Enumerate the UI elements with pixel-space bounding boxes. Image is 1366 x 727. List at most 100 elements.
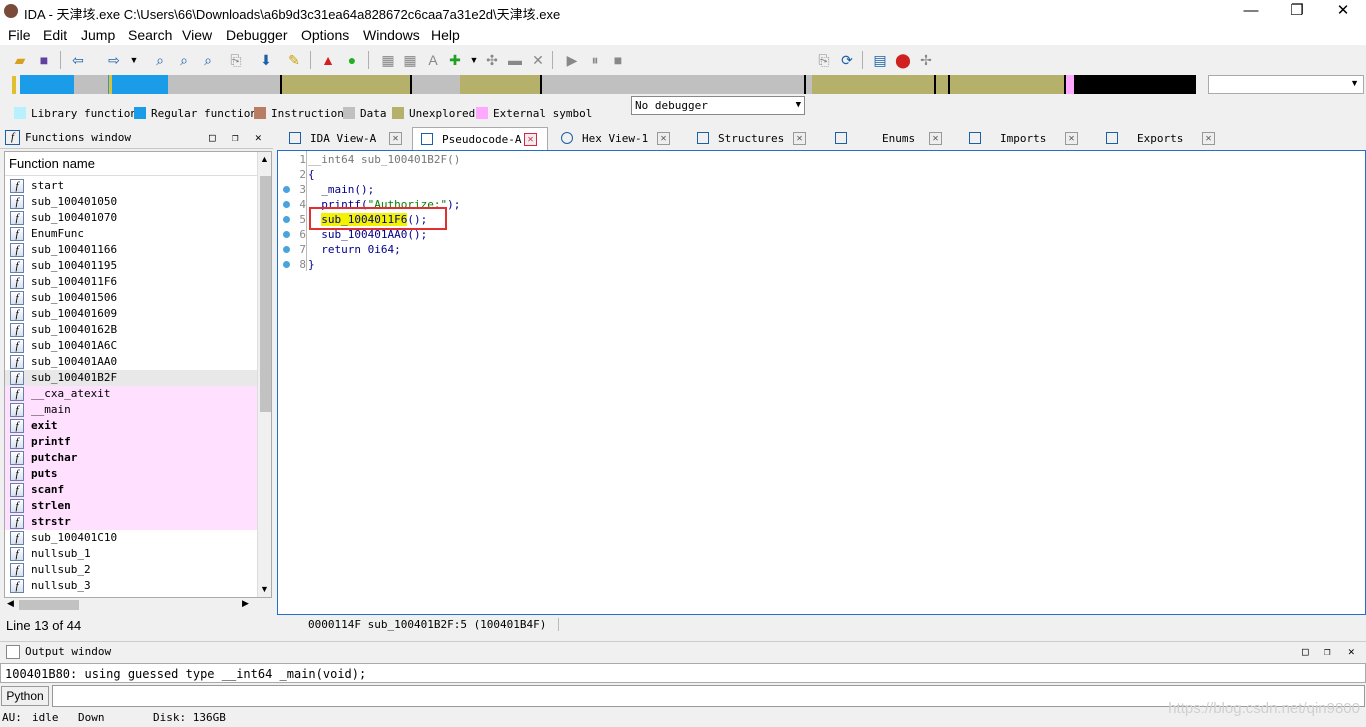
function-list-item[interactable]: f __cxa_atexit — [5, 386, 257, 402]
forward-arrow-icon[interactable]: ⇨ — [104, 50, 124, 70]
function-list-item[interactable]: f nullsub_1 — [5, 546, 257, 562]
vertical-scrollbar[interactable]: ▲ ▼ — [257, 152, 271, 597]
add-icon[interactable]: ✚ — [445, 50, 465, 70]
stop-icon[interactable]: ■ — [608, 50, 628, 70]
menu-windows[interactable]: Windows — [363, 27, 420, 43]
close-button[interactable]: ✕ — [1320, 0, 1366, 24]
delete-icon[interactable]: ✕ — [528, 50, 548, 70]
tab-pseudocode-a[interactable]: Pseudocode-A ✕ — [412, 127, 548, 150]
tab-close-icon[interactable]: ✕ — [524, 133, 537, 146]
save-icon[interactable]: ■ — [34, 50, 54, 70]
function-list-item[interactable]: f sub_100401050 — [5, 194, 257, 210]
function-list-item[interactable]: f sub_100401C10 — [5, 530, 257, 546]
function-list-item[interactable]: f sub_100401195 — [5, 258, 257, 274]
tab-close-icon[interactable]: ✕ — [1202, 132, 1215, 145]
menu-edit[interactable]: Edit — [43, 27, 67, 43]
chevron-down-icon[interactable]: ▼ — [124, 50, 144, 70]
window-float-icon[interactable]: ❐ — [1324, 642, 1331, 662]
function-list-item[interactable]: f sub_100401506 — [5, 290, 257, 306]
search-binary-icon[interactable]: ⌕ — [150, 50, 170, 70]
tab-ida-view-a[interactable]: IDA View-A ✕ — [281, 127, 411, 150]
pseudocode-line[interactable]: 8} — [278, 257, 1358, 272]
refresh-icon[interactable]: ⟳ — [837, 50, 857, 70]
trace-icon[interactable]: ✢ — [916, 50, 936, 70]
back-arrow-icon[interactable]: ⇦ — [68, 50, 88, 70]
scroll-right-icon[interactable]: ▶ — [242, 598, 249, 609]
function-list-item[interactable]: f nullsub_2 — [5, 562, 257, 578]
maximize-button[interactable]: ❐ — [1274, 0, 1320, 24]
breakpoint-dot-icon[interactable] — [283, 201, 290, 208]
tools-icon[interactable]: ✎ — [284, 50, 304, 70]
function-list-item[interactable]: f sub_100401609 — [5, 306, 257, 322]
pseudocode-line[interactable]: 1 __int64 sub_100401B2F() — [278, 152, 1358, 167]
tab-close-icon[interactable]: ✕ — [793, 132, 806, 145]
minimize-button[interactable]: — — [1228, 0, 1274, 24]
nav-band-select[interactable]: ▼ — [1208, 75, 1364, 94]
menu-view[interactable]: View — [182, 27, 212, 43]
breakpoint-icon[interactable]: ⬤ — [893, 50, 913, 70]
chevron-down-icon[interactable]: ▼ — [464, 50, 484, 70]
menu-search[interactable]: Search — [128, 27, 172, 43]
search-text-icon[interactable]: ⌕ — [174, 50, 194, 70]
function-list-item[interactable]: f puts — [5, 466, 257, 482]
code-icon[interactable]: ▦ — [378, 50, 398, 70]
tab-structures[interactable]: Structures ✕ — [689, 127, 819, 150]
menu-file[interactable]: File — [8, 27, 31, 43]
jump-down-icon[interactable]: ⬇ — [256, 50, 276, 70]
function-list-item[interactable]: f sub_100401B2F — [5, 370, 257, 386]
pseudocode-line[interactable]: 7 return 0i64; — [278, 242, 1358, 257]
function-list-item[interactable]: f exit — [5, 418, 257, 434]
play-icon[interactable]: ▶ — [562, 50, 582, 70]
function-list-item[interactable]: f sub_100401166 — [5, 242, 257, 258]
function-list-item[interactable]: f start — [5, 178, 257, 194]
breakpoint-dot-icon[interactable] — [283, 261, 290, 268]
function-list-item[interactable]: f sub_1004011F6 — [5, 274, 257, 290]
function-list-item[interactable]: f EnumFunc — [5, 226, 257, 242]
menu-options[interactable]: Options — [301, 27, 349, 43]
tab-close-icon[interactable]: ✕ — [657, 132, 670, 145]
tab-hex-view-1[interactable]: Hex View-1 ✕ — [553, 127, 679, 150]
menu-jump[interactable]: Jump — [81, 27, 115, 43]
function-list-item[interactable]: f strstr — [5, 514, 257, 530]
window-restore-icon[interactable]: □ — [209, 127, 216, 148]
scroll-up-icon[interactable]: ▲ — [260, 154, 269, 164]
scroll-down-icon[interactable]: ▼ — [260, 584, 269, 594]
scroll-left-icon[interactable]: ◀ — [7, 598, 14, 609]
function-list-item[interactable]: f __main — [5, 402, 257, 418]
data-icon[interactable]: ▦ — [400, 50, 420, 70]
tab-exports[interactable]: Exports ✕ — [1103, 127, 1233, 150]
horizontal-scrollbar[interactable]: ◀ ▶ — [4, 598, 272, 612]
breakpoint-dot-icon[interactable] — [283, 216, 290, 223]
python-button[interactable]: Python — [1, 686, 49, 706]
function-list-item[interactable]: f nullsub_3 — [5, 578, 257, 594]
close-icon[interactable]: ✕ — [1348, 642, 1355, 662]
scroll-thumb[interactable] — [260, 176, 271, 412]
pause-icon[interactable]: ⏸ — [585, 50, 605, 70]
open-folder-icon[interactable]: ▰ — [10, 50, 30, 70]
function-list-item[interactable]: f sub_100401A6C — [5, 338, 257, 354]
tab-close-icon[interactable]: ✕ — [1065, 132, 1078, 145]
tab-close-icon[interactable]: ✕ — [929, 132, 942, 145]
tab-enums[interactable]: Enums ✕ — [827, 127, 957, 150]
menu-help[interactable]: Help — [431, 27, 460, 43]
function-list[interactable]: Function name f start f sub_100401050 f sub_1… — [4, 151, 272, 598]
function-list-item[interactable]: f sub_100401070 — [5, 210, 257, 226]
attach-icon[interactable]: ⎘ — [814, 50, 834, 70]
list-icon[interactable]: ▤ — [870, 50, 890, 70]
warning-icon[interactable]: ▲ — [318, 50, 338, 70]
breakpoint-dot-icon[interactable] — [283, 186, 290, 193]
string-icon[interactable]: A — [423, 50, 443, 70]
window-restore-icon[interactable]: □ — [1302, 642, 1309, 662]
tab-imports[interactable]: Imports ✕ — [965, 127, 1095, 150]
tab-close-icon[interactable]: ✕ — [389, 132, 402, 145]
function-list-item[interactable]: f scanf — [5, 482, 257, 498]
struct-icon[interactable]: ✣ — [482, 50, 502, 70]
menu-debugger[interactable]: Debugger — [226, 27, 288, 43]
function-list-item[interactable]: f strlen — [5, 498, 257, 514]
window-float-icon[interactable]: ❐ — [232, 127, 239, 148]
green-circle-icon[interactable]: ● — [342, 50, 362, 70]
function-list-item[interactable]: f sub_100401AA0 — [5, 354, 257, 370]
function-list-item[interactable]: f sub_10040162B — [5, 322, 257, 338]
breakpoint-dot-icon[interactable] — [283, 246, 290, 253]
pseudocode-line[interactable]: 3 _main(); — [278, 182, 1358, 197]
